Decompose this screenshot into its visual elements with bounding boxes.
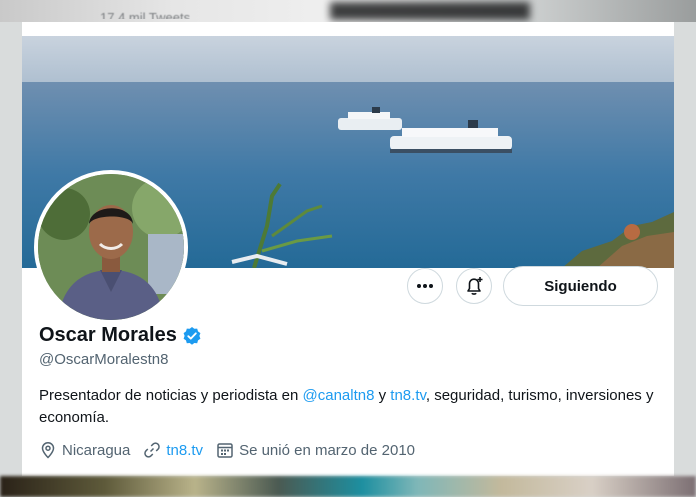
- avatar-image: [38, 174, 184, 320]
- bio-text: Presentador de noticias y periodista en: [39, 387, 303, 404]
- following-button[interactable]: Siguiendo: [503, 266, 658, 306]
- profile-location: Nicaragua: [39, 441, 130, 459]
- location-text: Nicaragua: [62, 441, 131, 459]
- joined-text: Se unió en marzo de 2010: [239, 441, 416, 459]
- more-button[interactable]: [407, 268, 443, 304]
- link-icon: [144, 442, 161, 458]
- bio-website-link[interactable]: tn8.tv: [390, 387, 426, 404]
- website-link[interactable]: tn8.tv: [166, 442, 203, 459]
- profile-bio: Presentador de noticias y periodista en …: [39, 385, 659, 429]
- photo-frame-bottom: [0, 476, 696, 497]
- profile-handle: @OscarMoralestn8: [39, 351, 169, 368]
- verified-badge-icon: [183, 326, 201, 345]
- avatar[interactable]: [34, 170, 188, 324]
- calendar-icon: [217, 443, 233, 458]
- profile-joined: Se unió en marzo de 2010: [216, 441, 415, 459]
- profile-meta: Nicaragua tn8.tv Se unió en marzo de 201…: [39, 441, 428, 459]
- mention-link[interactable]: @canaltn8: [303, 387, 375, 404]
- location-pin-icon: [41, 442, 55, 459]
- profile-card: Siguiendo Oscar Morales @OscarMoralestn8…: [22, 22, 674, 476]
- bio-text: y: [374, 387, 391, 404]
- bell-plus-icon: [467, 277, 483, 295]
- notifications-button[interactable]: [456, 268, 492, 304]
- profile-website[interactable]: tn8.tv: [143, 441, 203, 459]
- more-icon: [417, 284, 433, 288]
- profile-name-row: Oscar Morales: [39, 324, 202, 347]
- photo-frame-shadow: [330, 2, 530, 20]
- profile-name: Oscar Morales: [39, 324, 177, 346]
